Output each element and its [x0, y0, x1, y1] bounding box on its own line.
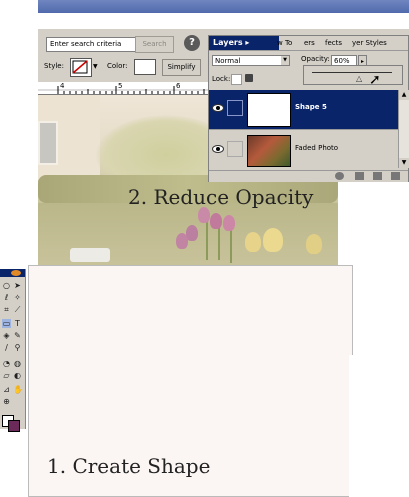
layer-name[interactable]: Faded Photo — [295, 144, 338, 152]
marquee-tool-icon[interactable]: ○ — [2, 281, 11, 290]
palette-tab-bar: Layers ▸ w To ers fects yer Styles — [209, 36, 408, 51]
adjustment-layer-icon[interactable] — [335, 172, 344, 180]
tab-how-to[interactable]: w To — [277, 36, 292, 50]
opacity-slider-popup[interactable]: △ — [303, 65, 403, 85]
layers-palette: Layers ▸ w To ers fects yer Styles Norma… — [208, 35, 409, 182]
brush-tool-icon[interactable]: ✎ — [13, 331, 22, 340]
title-bar — [38, 0, 409, 13]
lock-label: Lock: — [212, 75, 231, 83]
magic-wand-tool-icon[interactable]: ✧ — [13, 293, 22, 302]
color-label: Color: — [107, 62, 128, 70]
trash-icon[interactable] — [391, 172, 400, 180]
hand-tool-icon[interactable]: ✋ — [13, 385, 23, 394]
layer-row-faded-photo[interactable]: Faded Photo — [209, 131, 398, 171]
layer-name[interactable]: Shape 5 — [295, 103, 327, 111]
pencil-tool-icon[interactable]: ∕ — [2, 343, 11, 352]
tulip — [263, 228, 283, 252]
move-tool-icon[interactable]: ➤ — [13, 281, 22, 290]
slice-tool-icon[interactable]: ⟋ — [13, 305, 22, 314]
blur-tool-icon[interactable]: ◐ — [13, 371, 22, 380]
search-input[interactable]: Enter search criteria — [46, 37, 138, 52]
style-label: Style: — [44, 62, 64, 70]
tulip — [176, 233, 188, 249]
house-window — [38, 121, 58, 165]
mouse-cursor-icon: ➚ — [369, 72, 381, 88]
eyedropper-tool-icon[interactable]: ⊿ — [2, 385, 11, 394]
paint-bucket-tool-icon[interactable]: ◈ — [2, 331, 11, 340]
brush-icon[interactable] — [227, 100, 243, 116]
color-swatch[interactable] — [134, 59, 156, 75]
link-cell[interactable] — [227, 141, 243, 157]
new-layer-icon[interactable] — [373, 172, 382, 180]
shape-tool-icon[interactable]: ▭ — [2, 319, 11, 328]
type-tool-icon[interactable]: T — [13, 319, 22, 328]
flower-stem — [206, 220, 208, 260]
tool-palette: ○ ➤ ℓ ✧ ⌗ ⟋ ▭ T ◈ ✎ ∕ ⚲ ◔ ◍ ▱ ◐ ⊿ ✋ ⊕ — [0, 269, 26, 432]
step-2-caption: 2. Reduce Opacity — [128, 185, 314, 209]
workspace-background — [349, 355, 409, 497]
tulip — [306, 234, 322, 254]
tab-layers-2[interactable]: ers — [304, 36, 315, 50]
help-icon[interactable]: ? — [184, 35, 200, 51]
palette-menu-arrow-icon[interactable]: ▸ — [245, 38, 249, 47]
no-style-icon — [72, 60, 88, 74]
style-dropdown-arrow-icon[interactable]: ▼ — [93, 63, 98, 70]
tulip — [245, 232, 261, 252]
zoom-tool-icon[interactable]: ⊕ — [2, 397, 11, 406]
layer-thumbnail — [247, 135, 291, 167]
crop-tool-icon[interactable]: ⌗ — [2, 305, 11, 314]
dodge-tool-icon[interactable]: ◔ — [2, 359, 11, 368]
scroll-down-icon[interactable]: ▼ — [399, 158, 409, 168]
eye-icon[interactable] — [212, 145, 224, 153]
chevron-down-icon[interactable]: ▼ — [281, 56, 289, 65]
step-1-caption: 1. Create Shape — [47, 454, 211, 478]
style-swatch[interactable] — [70, 58, 92, 77]
ruler-label: 5 — [118, 82, 123, 90]
tab-layer-styles[interactable]: yer Styles — [352, 36, 387, 50]
ruler-label: 6 — [176, 82, 181, 90]
lasso-tool-icon[interactable]: ℓ — [2, 293, 11, 302]
search-button[interactable]: Search — [135, 36, 174, 53]
tulip — [210, 213, 222, 229]
opacity-label: Opacity: — [301, 55, 330, 63]
new-set-icon[interactable] — [355, 172, 364, 180]
eye-icon[interactable] — [212, 104, 224, 112]
blend-mode-select[interactable]: Normal — [212, 55, 290, 66]
layer-row-shape-5[interactable]: Shape 5 — [209, 90, 398, 130]
app-logo-icon — [11, 270, 21, 276]
flower-pot — [70, 248, 110, 262]
slider-thumb[interactable]: △ — [356, 74, 362, 83]
tulip — [198, 207, 210, 223]
clone-stamp-tool-icon[interactable]: ⚲ — [13, 343, 22, 352]
tab-effects[interactable]: fects — [325, 36, 342, 50]
layer-thumbnail — [247, 93, 291, 127]
shape-canvas[interactable]: 1. Create Shape — [28, 265, 353, 497]
lock-icon[interactable] — [245, 74, 253, 82]
layers-scrollbar[interactable]: ▲ ▼ — [398, 90, 409, 168]
scroll-up-icon[interactable]: ▲ — [399, 90, 409, 100]
simplify-button[interactable]: Simplify — [162, 59, 201, 76]
smudge-tool-icon[interactable]: ◍ — [13, 359, 22, 368]
background-color-swatch[interactable] — [8, 420, 20, 432]
tab-label: Layers — [213, 38, 243, 47]
palette-footer — [209, 170, 408, 182]
tab-layers[interactable]: Layers ▸ — [209, 36, 279, 50]
ruler-label: 4 — [60, 82, 65, 90]
tulip — [223, 215, 235, 231]
lock-transparency-checkbox[interactable] — [231, 74, 242, 85]
eraser-tool-icon[interactable]: ▱ — [2, 371, 11, 380]
